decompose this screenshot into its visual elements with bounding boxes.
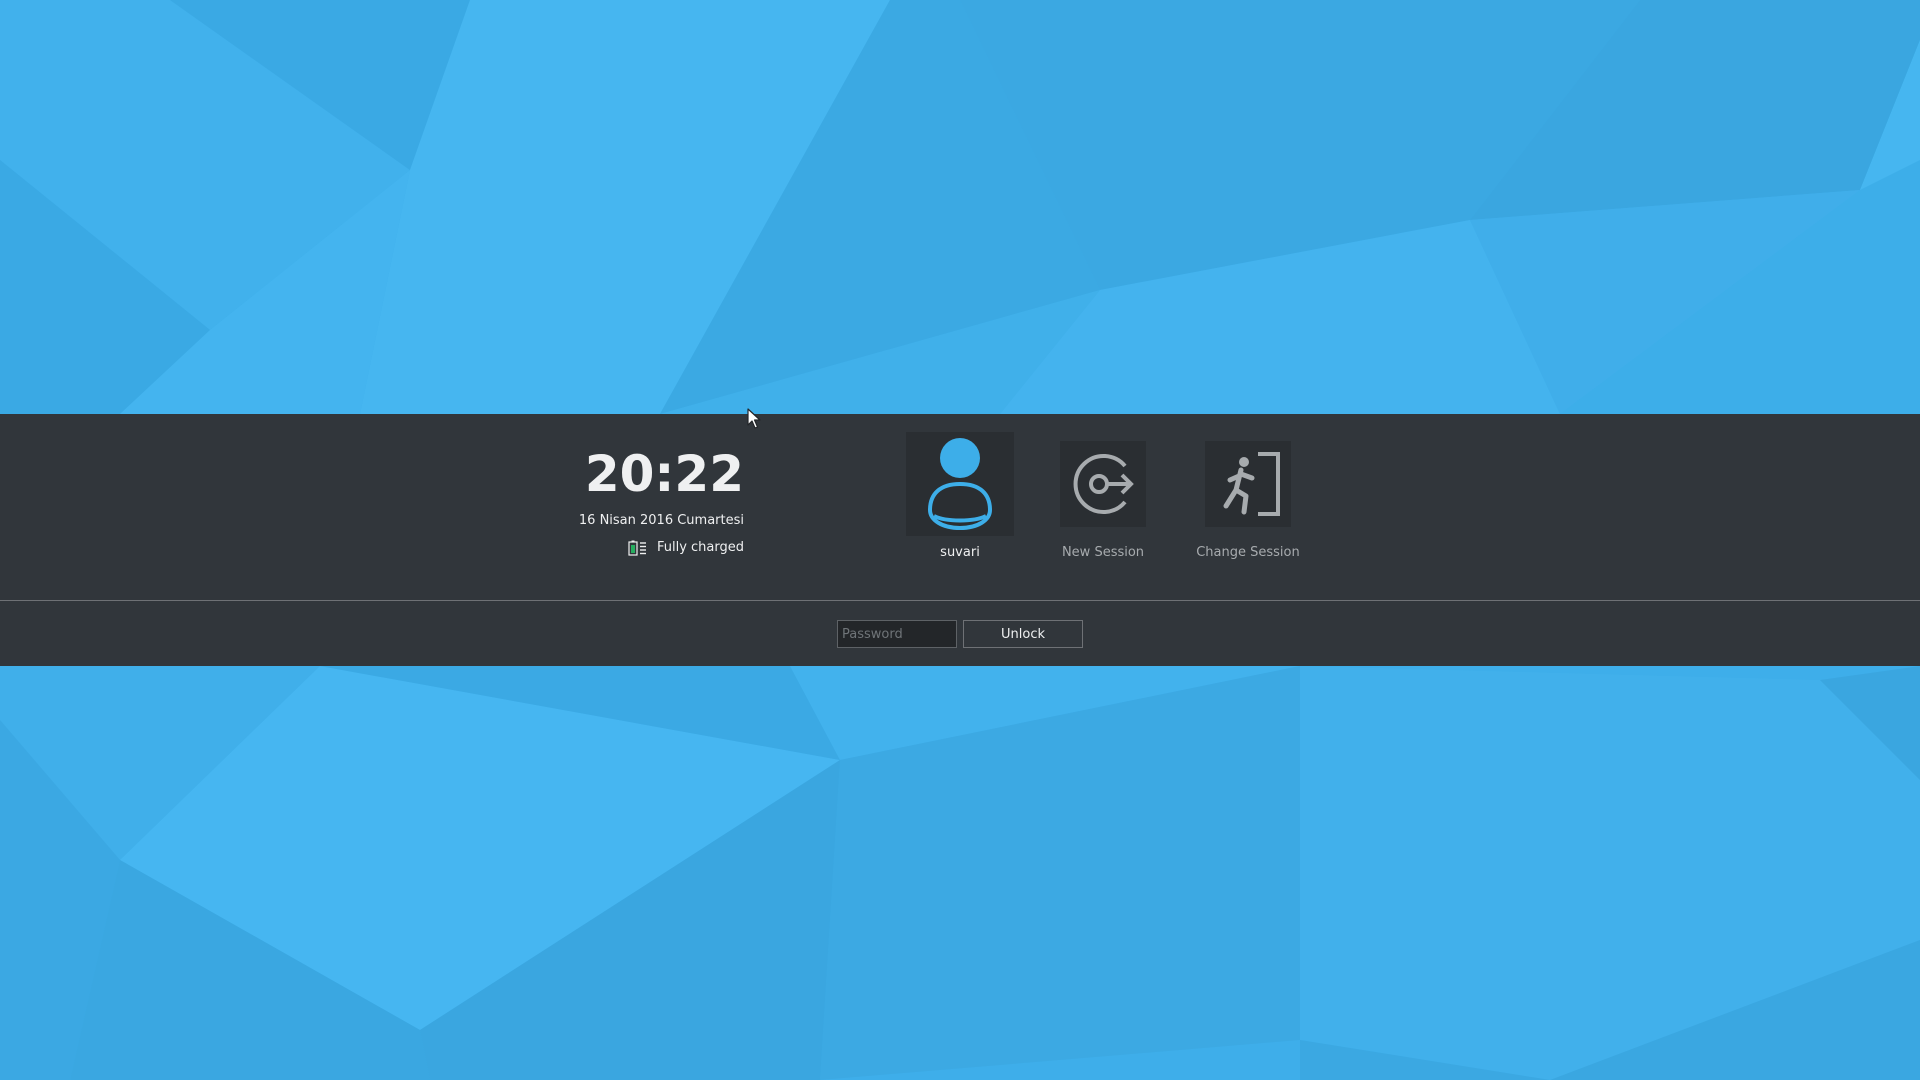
unlock-button[interactable]: Unlock: [963, 620, 1083, 648]
user-avatar-icon: [927, 438, 993, 531]
new-session-tile[interactable]: New Session: [1044, 441, 1162, 562]
mouse-cursor-icon: [747, 408, 761, 429]
change-session-tile[interactable]: Change Session: [1186, 441, 1310, 562]
new-session-icon: [1073, 454, 1134, 514]
battery-status-text: Fully charged: [656, 540, 744, 555]
change-session-label: Change Session: [1196, 545, 1300, 560]
change-session-button[interactable]: [1205, 441, 1291, 527]
login-form: Unlock: [837, 620, 1083, 648]
user-tile[interactable]: suvari: [906, 432, 1014, 562]
user-avatar[interactable]: [906, 432, 1014, 536]
panel-divider: [0, 600, 1920, 601]
password-input[interactable]: [837, 620, 957, 648]
new-session-button[interactable]: [1060, 441, 1146, 527]
new-session-label: New Session: [1061, 545, 1145, 560]
battery-status: Fully charged: [560, 539, 744, 557]
clock-block: 20:22 16 Nisan 2016 Cumartesi Fully char…: [560, 444, 744, 557]
user-name-label: suvari: [940, 545, 980, 560]
clock-date: 16 Nisan 2016 Cumartesi: [578, 513, 744, 528]
lock-screen-panel: 20:22 16 Nisan 2016 Cumartesi Fully char…: [0, 414, 1920, 666]
change-session-icon: [1223, 452, 1280, 516]
clock-time: 20:22: [584, 445, 744, 503]
battery-icon: [628, 540, 646, 556]
